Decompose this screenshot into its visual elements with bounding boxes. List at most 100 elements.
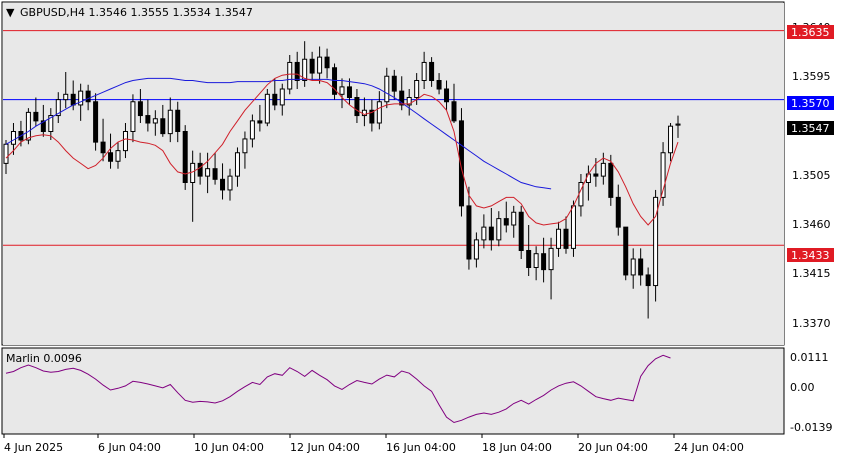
candle-bear [272, 93, 278, 106]
candle-bull [668, 125, 674, 154]
price-tick: 1.3370 [792, 317, 831, 330]
tag-label-red-lower: 1.3433 [791, 249, 830, 262]
candle-bull [264, 93, 270, 124]
candle-bear [608, 162, 614, 198]
candle-bull [205, 168, 211, 177]
candle-bear [541, 253, 547, 271]
candle-bull [414, 80, 420, 98]
chart-canvas: ▼ GBPUSD,H4 1.3546 1.3555 1.3534 1.3547 … [1, 1, 834, 454]
tag-label-red-upper: 1.3635 [791, 26, 830, 39]
candle-bull [630, 258, 636, 276]
indicator-tick: 0.00 [790, 381, 815, 394]
indicator-tick: -0.0139 [790, 421, 832, 434]
candle-bear [488, 226, 494, 241]
candle-bull [533, 253, 539, 268]
price-tick: 1.3505 [792, 169, 831, 182]
candle-bull [279, 88, 285, 106]
candle-bull [496, 218, 502, 241]
candle-bull [548, 247, 554, 271]
main-panel-background [3, 3, 784, 345]
time-label: 4 Jun 2025 [4, 441, 63, 454]
candle-bull [122, 131, 128, 152]
candle-bull [511, 211, 517, 226]
candle-bear [436, 80, 442, 90]
candle-bear [354, 97, 360, 117]
candle-bull [556, 228, 562, 249]
time-label: 6 Jun 04:00 [98, 441, 161, 454]
indicator-tick: 0.0111 [790, 351, 829, 364]
candle-bear [645, 274, 651, 287]
candle-bull [481, 226, 487, 241]
time-label: 20 Jun 04:00 [578, 441, 648, 454]
time-axis: 4 Jun 2025 6 Jun 04:00 10 Jun 04:00 12 J… [3, 434, 744, 454]
time-label: 18 Jun 04:00 [482, 441, 552, 454]
candle-bull [3, 143, 9, 164]
candle-bear [324, 56, 330, 69]
candle-bull [376, 101, 382, 124]
candle-bear [33, 111, 39, 122]
price-axis: 1.3640 1.3595 1.3550 1.3505 1.3460 1.341… [792, 21, 831, 330]
candle-bear [518, 211, 524, 251]
candle-bull [570, 205, 576, 249]
candle-bear [182, 131, 188, 183]
indicator-label: Marlin 0.0096 [6, 352, 82, 365]
time-label: 12 Jun 04:00 [290, 441, 360, 454]
candle-bear [444, 88, 450, 103]
candle-bull [25, 111, 31, 141]
symbol-info: GBPUSD,H4 1.3546 1.3555 1.3534 1.3547 [20, 6, 253, 19]
candle-bull [675, 123, 681, 126]
time-label: 16 Jun 04:00 [386, 441, 456, 454]
candle-bear [220, 178, 226, 191]
candle-bear [391, 75, 397, 92]
candle-bear [100, 141, 106, 154]
candle-bull [421, 61, 427, 81]
candle-bear [309, 58, 315, 74]
candle-bull [10, 131, 16, 145]
candle-bull [63, 93, 69, 101]
candle-bear [593, 173, 599, 177]
candle-bear [526, 250, 532, 268]
candle-bear [429, 61, 435, 81]
candle-bear [503, 218, 509, 226]
candle-bear [212, 168, 218, 180]
candle-bull [227, 175, 233, 191]
candle-bear [85, 90, 91, 103]
candle-bear [623, 226, 629, 276]
candle-bear [257, 120, 263, 124]
candle-bear [145, 115, 151, 124]
candle-bull [317, 56, 323, 74]
candle-bull [600, 162, 606, 177]
candle-bull [115, 150, 121, 162]
candle-bull [473, 239, 479, 260]
candle-bull [234, 152, 240, 177]
time-label: 10 Jun 04:00 [194, 441, 264, 454]
candle-bull [384, 75, 390, 103]
candle-bear [93, 101, 99, 143]
candle-bear [346, 86, 352, 98]
candle-bull [287, 61, 293, 90]
candle-bear [108, 152, 114, 162]
time-label: 24 Jun 04:00 [674, 441, 744, 454]
candle-bear [294, 61, 300, 81]
price-tick: 1.3415 [792, 267, 831, 280]
tag-label-current: 1.3547 [791, 122, 830, 135]
candle-bull [167, 109, 173, 135]
candle-bull [152, 118, 158, 124]
candle-bull [242, 138, 248, 154]
candle-bear [175, 109, 181, 132]
candle-bear [563, 228, 569, 249]
candle-bull [190, 162, 196, 183]
candle-bear [615, 196, 621, 228]
candle-bull [130, 101, 136, 132]
candle-bear [638, 258, 644, 276]
candle-bear [70, 93, 76, 106]
candle-bull [249, 120, 255, 140]
indicator-panel-frame [1, 347, 785, 435]
tag-label-blue: 1.3570 [791, 97, 830, 110]
candle-bear [466, 205, 472, 260]
dropdown-icon[interactable]: ▼ [6, 6, 15, 19]
price-tick: 1.3595 [792, 70, 831, 83]
candle-bull [585, 173, 591, 183]
indicator-axis: 0.0111 0.00 -0.0139 [790, 351, 832, 434]
candle-bear [160, 118, 166, 135]
